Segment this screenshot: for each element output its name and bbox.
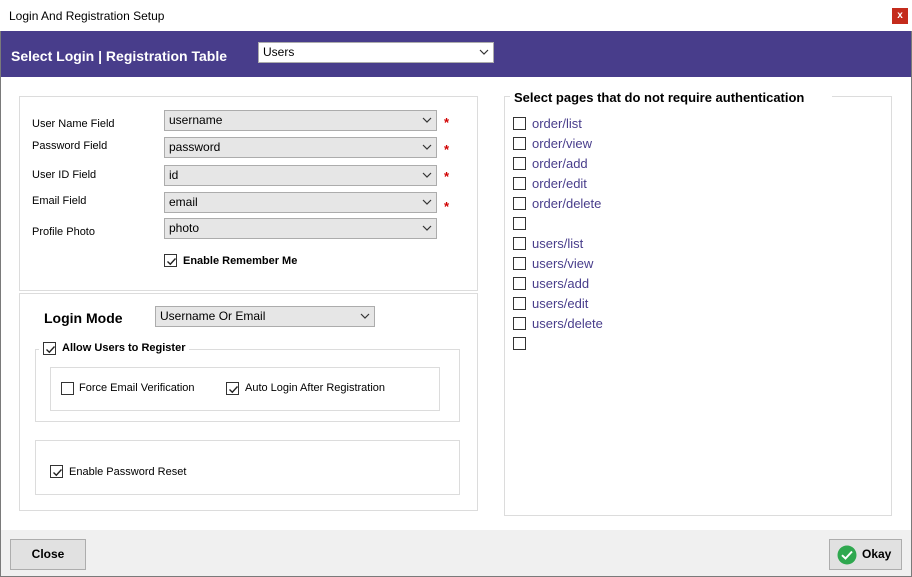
- login-mode-select[interactable]: Username Or Email: [155, 306, 375, 327]
- remember-me-checkbox[interactable]: [164, 254, 177, 267]
- required-marker: *: [444, 199, 450, 214]
- password-reset-checkbox[interactable]: [50, 465, 63, 478]
- page-label[interactable]: users/add: [532, 276, 589, 291]
- user-id-field-value: id: [169, 168, 179, 182]
- email-field-select[interactable]: email: [164, 192, 437, 213]
- page-checkbox[interactable]: [513, 297, 526, 310]
- allow-register-label: Allow Users to Register: [62, 342, 186, 354]
- page-label[interactable]: users/edit: [532, 296, 588, 311]
- page-checkbox[interactable]: [513, 157, 526, 170]
- page-label[interactable]: order/add: [532, 156, 588, 171]
- password-field-label: Password Field: [32, 140, 108, 152]
- auto-login-label: Auto Login After Registration: [245, 382, 386, 394]
- table-select[interactable]: Users: [258, 42, 494, 63]
- chevron-down-icon: [479, 49, 489, 55]
- chevron-down-icon: [422, 225, 432, 231]
- auto-login-checkbox[interactable]: [226, 382, 239, 395]
- okay-button-label: Okay: [862, 547, 892, 561]
- page-checkbox[interactable]: [513, 317, 526, 330]
- password-reset-label: Enable Password Reset: [69, 466, 187, 478]
- login-mode-label: Login Mode: [44, 310, 123, 326]
- page-label[interactable]: order/edit: [532, 176, 587, 191]
- chevron-down-icon: [422, 117, 432, 123]
- email-field-value: email: [169, 195, 198, 209]
- footer-bar: [1, 530, 911, 576]
- okay-button[interactable]: Okay: [829, 539, 902, 570]
- page-label[interactable]: order/view: [532, 136, 592, 151]
- login-mode-value: Username Or Email: [160, 309, 266, 323]
- close-button[interactable]: Close: [10, 539, 86, 570]
- page-label[interactable]: users/list: [532, 236, 583, 251]
- user-id-field-label: User ID Field: [32, 169, 97, 181]
- required-marker: *: [444, 115, 450, 130]
- page-label[interactable]: users/delete: [532, 316, 603, 331]
- page-label[interactable]: users/view: [532, 256, 593, 271]
- checkmark-icon: [229, 386, 239, 394]
- page-checkbox[interactable]: [513, 237, 526, 250]
- close-button-label: Close: [31, 547, 65, 561]
- pages-title: Select pages that do not require authent…: [514, 90, 805, 105]
- allow-register-checkbox[interactable]: [43, 342, 56, 355]
- page-checkbox[interactable]: [513, 197, 526, 210]
- email-field-label: Email Field: [32, 195, 87, 207]
- profile-photo-label: Profile Photo: [32, 226, 95, 238]
- force-email-checkbox[interactable]: [61, 382, 74, 395]
- checkmark-icon: [53, 469, 63, 477]
- header-title: Select Login | Registration Table: [11, 48, 228, 64]
- page-checkbox[interactable]: [513, 117, 526, 130]
- password-field-select[interactable]: password: [164, 137, 437, 158]
- chevron-down-icon: [422, 199, 432, 205]
- force-email-label: Force Email Verification: [79, 382, 195, 394]
- page-checkbox[interactable]: [513, 217, 526, 230]
- window-close-button[interactable]: x: [892, 8, 908, 24]
- required-marker: *: [444, 169, 450, 184]
- checkmark-icon: [167, 258, 177, 266]
- remember-me-label: Enable Remember Me: [183, 255, 298, 267]
- user-name-field-select[interactable]: username: [164, 110, 437, 131]
- user-name-field-value: username: [169, 113, 223, 127]
- page-checkbox[interactable]: [513, 137, 526, 150]
- page-checkbox[interactable]: [513, 177, 526, 190]
- chevron-down-icon: [360, 313, 370, 319]
- user-id-field-select[interactable]: id: [164, 165, 437, 186]
- required-marker: *: [444, 142, 450, 157]
- page-checkbox[interactable]: [513, 277, 526, 290]
- page-checkbox[interactable]: [513, 337, 526, 350]
- chevron-down-icon: [422, 172, 432, 178]
- window-title: Login And Registration Setup: [9, 9, 165, 23]
- password-field-value: password: [169, 140, 221, 154]
- table-select-value: Users: [263, 45, 295, 59]
- page-checkbox[interactable]: [513, 257, 526, 270]
- checkmark-icon: [46, 346, 56, 354]
- profile-photo-value: photo: [169, 221, 200, 235]
- page-label[interactable]: order/delete: [532, 196, 601, 211]
- profile-photo-select[interactable]: photo: [164, 218, 437, 239]
- user-name-field-label: User Name Field: [32, 118, 115, 130]
- chevron-down-icon: [422, 144, 432, 150]
- page-label[interactable]: order/list: [532, 116, 582, 131]
- check-circle-icon: [837, 545, 857, 565]
